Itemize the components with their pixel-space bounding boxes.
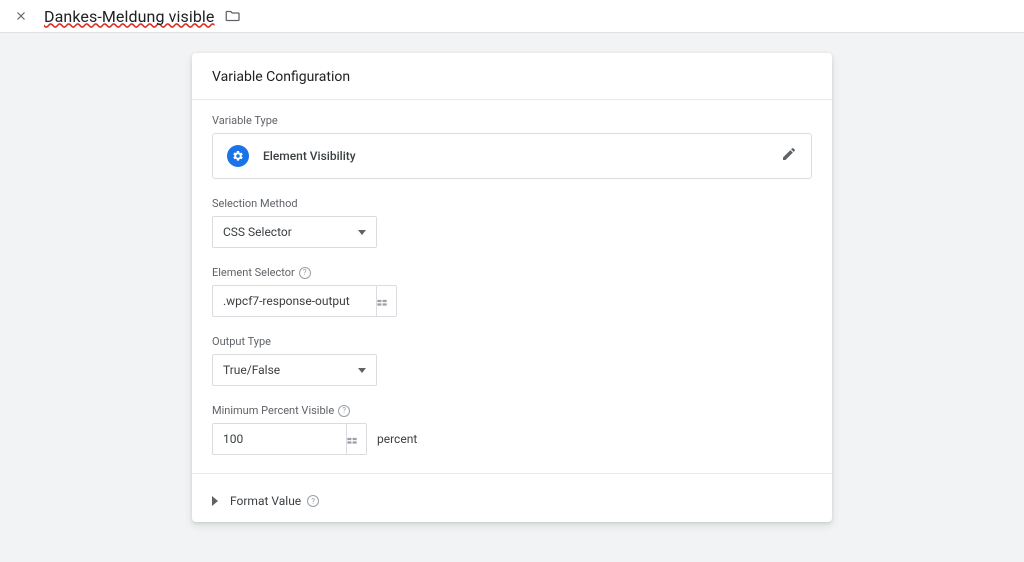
- chevron-right-icon: [212, 496, 218, 506]
- min-percent-label: Minimum Percent Visible ?: [212, 404, 812, 417]
- element-selector-label: Element Selector ?: [212, 266, 812, 279]
- close-icon[interactable]: [12, 7, 30, 25]
- percent-unit: percent: [377, 432, 417, 446]
- element-selector-input-wrap: .wpcf7-response-output: [212, 285, 812, 317]
- chevron-down-icon: [358, 368, 366, 373]
- card-heading: Variable Configuration: [192, 53, 832, 100]
- variable-type-label: Variable Type: [212, 114, 812, 127]
- help-icon[interactable]: ?: [338, 405, 350, 417]
- format-value-label: Format Value: [230, 494, 301, 508]
- min-percent-group: Minimum Percent Visible ? 100 percent: [212, 404, 812, 455]
- element-selector-input[interactable]: .wpcf7-response-output: [212, 285, 377, 317]
- config-card: Variable Configuration Variable Type Ele…: [192, 53, 832, 522]
- format-value-row[interactable]: Format Value ?: [192, 480, 832, 522]
- help-icon[interactable]: ?: [299, 267, 311, 279]
- card-body: Variable Type Element Visibility Selecti…: [192, 100, 832, 480]
- chevron-down-icon: [358, 230, 366, 235]
- variable-type-value: Element Visibility: [263, 149, 767, 163]
- selection-method-value: CSS Selector: [223, 225, 292, 239]
- min-percent-input[interactable]: 100: [212, 423, 347, 455]
- folder-icon[interactable]: [224, 7, 242, 25]
- workspace: Variable Configuration Variable Type Ele…: [0, 33, 1024, 562]
- help-icon[interactable]: ?: [307, 495, 319, 507]
- output-type-group: Output Type True/False: [212, 335, 812, 386]
- gear-icon: [227, 145, 249, 167]
- output-type-label: Output Type: [212, 335, 812, 348]
- divider: [192, 473, 832, 474]
- page-title[interactable]: Dankes-Meldung visible: [44, 7, 214, 26]
- min-percent-input-wrap: 100: [212, 423, 367, 455]
- output-type-value: True/False: [223, 363, 280, 377]
- variable-type-row[interactable]: Element Visibility: [212, 133, 812, 179]
- top-bar: Dankes-Meldung visible: [0, 0, 1024, 33]
- output-type-select[interactable]: True/False: [212, 354, 377, 386]
- element-selector-group: Element Selector ? .wpcf7-response-outpu…: [212, 266, 812, 317]
- variable-picker-button[interactable]: [337, 423, 367, 455]
- variable-picker-button[interactable]: [367, 285, 397, 317]
- selection-method-label: Selection Method: [212, 197, 812, 210]
- selection-method-select[interactable]: CSS Selector: [212, 216, 377, 248]
- selection-method-group: Selection Method CSS Selector: [212, 197, 812, 248]
- edit-icon[interactable]: [781, 146, 797, 166]
